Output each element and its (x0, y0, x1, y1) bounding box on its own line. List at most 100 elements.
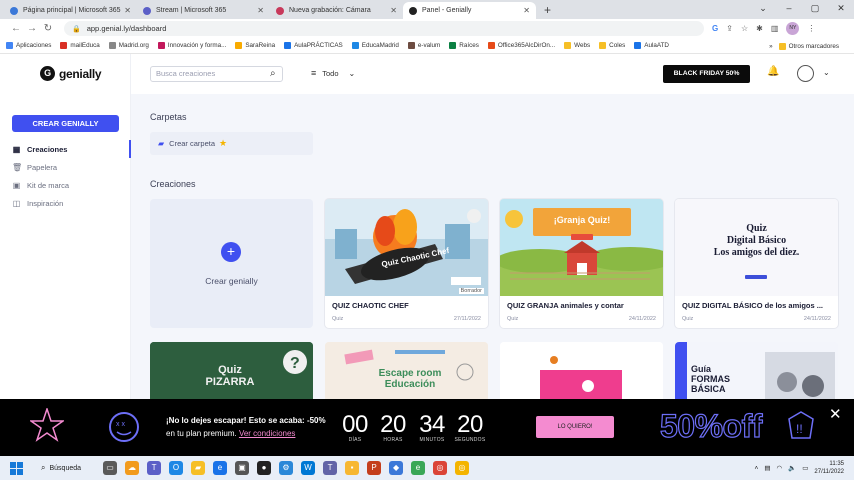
new-tab-button[interactable]: + (544, 2, 551, 19)
card-type: Quiz (507, 316, 519, 322)
settings-app-icon[interactable]: ⚙ (279, 461, 294, 475)
profile-avatar[interactable]: NY (786, 22, 800, 35)
taskbar-search[interactable]: ⌕ Búsqueda (41, 463, 81, 473)
chevron-up-icon[interactable]: ˄ (755, 465, 759, 472)
url-field[interactable]: 🔒 app.genial.ly/dashboard (64, 21, 704, 36)
user-menu-chevron-icon[interactable]: ⌄ (823, 68, 830, 77)
share-icon[interactable]: ⇪ (726, 24, 733, 33)
bookmark-item[interactable]: Raíces (449, 42, 479, 49)
sidepanel-icon[interactable]: ▥ (771, 24, 779, 33)
bookmark-item[interactable]: Webs (564, 42, 590, 49)
sticky-notes-icon[interactable]: ▪ (345, 461, 360, 475)
bookmark-item[interactable]: Madrid.org (108, 42, 149, 49)
conditions-link[interactable]: Ver condiciones (239, 429, 295, 438)
bookmark-item[interactable]: SaraReina (235, 42, 275, 49)
grid-icon: ▦ (12, 145, 21, 154)
bookmark-item[interactable]: Innovación y forma... (157, 42, 226, 49)
bookmark-icon (235, 42, 243, 49)
sidebar-item-papelera[interactable]: 🗑 Papelera (12, 163, 57, 172)
obs-icon[interactable]: ● (257, 461, 272, 475)
battery-icon[interactable]: ▭ (802, 464, 808, 472)
outlook-icon[interactable]: O (169, 461, 184, 475)
volume-icon[interactable]: 🔈 (788, 464, 796, 472)
file-explorer-icon[interactable]: ▰ (191, 461, 206, 475)
thumb-line-2: Digital Básico (726, 235, 787, 246)
weather-icon[interactable]: ☁ (125, 461, 140, 475)
teams-classic-icon[interactable]: T (323, 461, 338, 475)
close-tab-icon[interactable]: ✕ (390, 6, 397, 15)
powerpoint-icon[interactable]: P (367, 461, 382, 475)
edge-dev-icon[interactable]: e (411, 461, 426, 475)
creation-card-untitled[interactable] (500, 342, 663, 399)
filter-dropdown[interactable]: ≡ Todo ⌄ (311, 68, 355, 78)
search-input[interactable]: Busca creaciones (150, 66, 283, 82)
bookmark-item[interactable]: Aplicaciones (6, 42, 51, 49)
create-genially-card[interactable]: + Crear genially (150, 199, 313, 328)
maximize-button[interactable]: ▢ (802, 0, 828, 19)
windows-start-icon[interactable] (10, 461, 23, 475)
creation-card-guia-formas[interactable]: Guía FORMAS BÁSICA (675, 342, 838, 399)
black-friday-button[interactable]: BLACK FRIDAY 50% (663, 65, 750, 83)
task-view-icon[interactable]: ▭ (103, 461, 118, 475)
creation-card-chaotic-chef[interactable]: Quiz Chaotic Chef Borrador QUIZ CHAOTIC … (325, 199, 488, 328)
bookmark-item[interactable]: AulaPRÁCTICAS (284, 42, 343, 49)
close-tab-icon[interactable]: ✕ (124, 6, 131, 15)
bookmark-item[interactable]: AulaATD (634, 42, 669, 49)
lo-quiero-button[interactable]: LO QUIERO! (536, 416, 614, 438)
browser-tab-2[interactable]: Nueva grabación: Cámara ✕ (270, 2, 403, 19)
creation-card-pizarra[interactable]: ? Quiz PIZARRA (150, 342, 313, 399)
menu-icon[interactable]: ⋮ (807, 24, 815, 33)
star-icon[interactable]: ☆ (741, 24, 748, 33)
creation-card-digital-basico[interactable]: Quiz Digital Básico Los amigos del diez.… (675, 199, 838, 328)
forward-icon[interactable]: → (24, 23, 40, 34)
back-icon[interactable]: ← (8, 23, 24, 34)
user-avatar[interactable] (797, 65, 814, 82)
bookmark-item[interactable]: Office365AlcDirOn... (487, 42, 555, 49)
other-bookmarks[interactable]: Otros marcadores (778, 42, 839, 50)
close-tab-icon[interactable]: ✕ (523, 6, 530, 15)
tab-search-icon[interactable]: ⌄ (750, 0, 776, 19)
create-folder-button[interactable]: ▰ Crear carpeta ★ (150, 132, 313, 155)
close-window-button[interactable]: ✕ (828, 0, 854, 19)
creation-card-granja[interactable]: ¡Granja Quiz! QUIZ GRANJA animales y con… (500, 199, 663, 328)
cube-app-icon[interactable]: ◆ (389, 461, 404, 475)
word-icon[interactable]: W (301, 461, 316, 475)
browser-tab-1[interactable]: Stream | Microsoft 365 ✕ (137, 2, 270, 19)
wifi-icon[interactable]: ◠ (776, 464, 782, 472)
network-icon[interactable]: ▤ (764, 464, 770, 472)
more-bookmarks-icon[interactable]: » (769, 43, 773, 50)
bookmark-item[interactable]: mailEduca (60, 42, 100, 49)
search-icon[interactable]: ⌕ (270, 68, 276, 79)
sidebar-item-kit-de-marca[interactable]: ▣ Kit de marca (12, 181, 69, 190)
bell-icon[interactable]: 🔔 (767, 66, 779, 77)
browser-tab-3[interactable]: Panel - Genially ✕ (403, 2, 536, 19)
close-tab-icon[interactable]: ✕ (257, 6, 264, 15)
bookmark-item[interactable]: EducaMadrid (351, 42, 399, 49)
chrome-alt-icon[interactable]: ◎ (455, 461, 470, 475)
card-thumb-title: Guía FORMAS BÁSICA (691, 364, 730, 394)
extensions-icon[interactable]: ✱ (756, 24, 763, 33)
minimize-button[interactable]: – (776, 0, 802, 19)
teams-icon[interactable]: T (147, 461, 162, 475)
google-icon[interactable]: G (712, 24, 718, 33)
genially-logo[interactable]: G genially (40, 66, 102, 81)
creations-title: Creaciones (150, 179, 196, 189)
bookmark-icon (634, 42, 642, 49)
edge-icon[interactable]: e (213, 461, 228, 475)
card-title: QUIZ CHAOTIC CHEF (332, 301, 409, 310)
bookmark-item[interactable]: Coles (599, 42, 625, 49)
reload-icon[interactable]: ↻ (40, 23, 56, 34)
creation-card-escape-room[interactable]: Escape room Educación (325, 342, 488, 399)
clock[interactable]: 11:35 27/11/2022 (814, 460, 844, 476)
bookmark-icon (157, 42, 165, 49)
browser-tab-0[interactable]: Página principal | Microsoft 365 ✕ (4, 2, 137, 19)
store-icon[interactable]: ▣ (235, 461, 250, 475)
close-banner-icon[interactable]: ✕ (829, 405, 842, 423)
create-genially-button[interactable]: CREAR GENIALLY (12, 115, 119, 132)
sidebar-item-creaciones[interactable]: ▦ Creaciones (12, 145, 68, 154)
card-date: 27/11/2022 (453, 316, 481, 322)
bookmark-item[interactable]: e-valum (407, 42, 440, 49)
sidebar-item-inspiracion[interactable]: ◫ Inspiración (12, 199, 64, 208)
browser-tab-bar: Página principal | Microsoft 365 ✕ Stream … (0, 0, 854, 19)
chrome-icon[interactable]: ◎ (433, 461, 448, 475)
